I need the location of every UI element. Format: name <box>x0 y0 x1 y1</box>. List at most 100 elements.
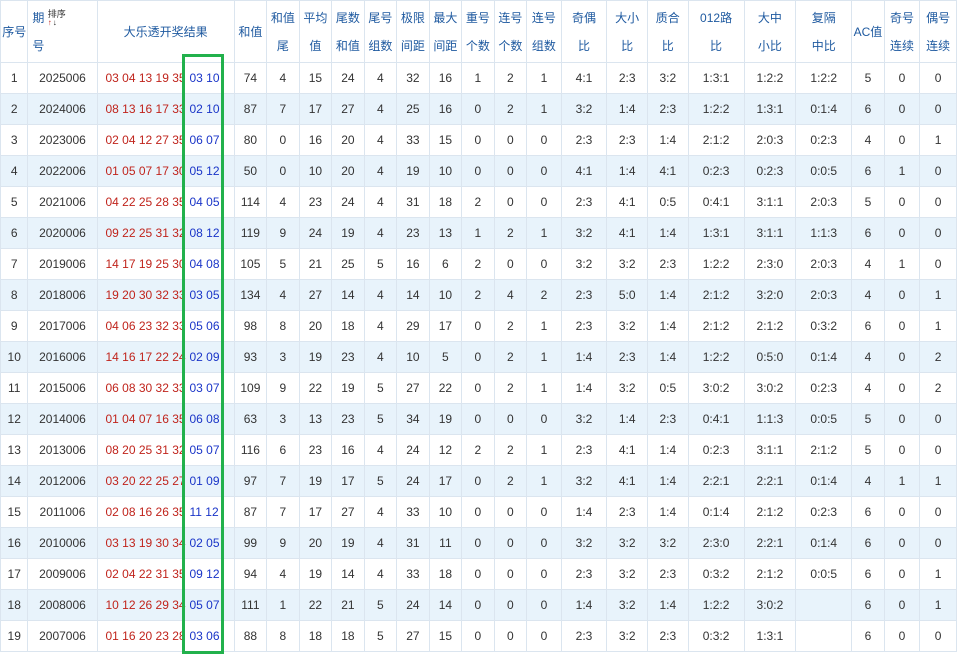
cell-stat-4: 5 <box>363 403 398 435</box>
header-col-6: 最大 间距 <box>428 0 463 63</box>
cell-stat-6: 15 <box>428 620 463 652</box>
cell-stat-0: 105 <box>233 248 268 280</box>
blue-balls: 03 10 <box>189 71 220 85</box>
cell-stat-13: 0:4:1 <box>687 186 745 218</box>
cell-stat-2: 18 <box>298 620 333 652</box>
cell-draw-result: 02 04 22 31 35 09 12 <box>96 558 235 590</box>
red-balls: 03 13 19 30 34 <box>105 536 186 550</box>
cell-stat-9: 0 <box>526 558 562 590</box>
cell-stat-17: 0 <box>883 217 921 249</box>
cell-stat-17: 0 <box>883 372 921 404</box>
cell-stat-17: 0 <box>883 527 921 559</box>
cell-stat-18: 0 <box>919 434 957 466</box>
cell-stat-5: 24 <box>396 589 430 621</box>
cell-stat-15: 0:1:4 <box>795 465 853 497</box>
red-balls: 01 05 07 17 30 <box>105 164 186 178</box>
cell-stat-16: 5 <box>851 434 885 466</box>
cell-stat-13: 0:2:3 <box>687 155 745 187</box>
cell-draw-result: 19 20 30 32 33 03 05 <box>96 279 235 311</box>
cell-stat-18: 0 <box>919 155 957 187</box>
header-col-8: 连号 个数 <box>493 0 528 63</box>
cell-stat-4: 4 <box>363 527 398 559</box>
cell-stat-7: 0 <box>461 155 495 187</box>
cell-stat-0: 97 <box>233 465 268 497</box>
cell-stat-15: 0:1:4 <box>795 93 853 125</box>
table-row: 12 2014006 01 04 07 16 35 06 08 63 3 13 23 5 34 19… <box>0 403 957 435</box>
cell-stat-9: 0 <box>526 186 562 218</box>
cell-period: 2019006 <box>27 248 98 280</box>
cell-draw-result: 01 05 07 17 30 05 12 <box>96 155 235 187</box>
cell-stat-11: 4:1 <box>606 217 648 249</box>
cell-seq: 18 <box>0 589 29 621</box>
cell-stat-17: 0 <box>883 310 921 342</box>
cell-stat-9: 0 <box>526 527 562 559</box>
cell-stat-9: 1 <box>526 217 562 249</box>
cell-seq: 4 <box>0 155 29 187</box>
cell-draw-result: 03 20 22 25 27 01 09 <box>96 465 235 497</box>
sort-button[interactable]: 排序 ↑↓ <box>48 9 66 27</box>
cell-stat-17: 0 <box>883 496 921 528</box>
blue-balls: 05 07 <box>189 443 220 457</box>
cell-stat-5: 31 <box>396 186 430 218</box>
cell-stat-5: 31 <box>396 527 430 559</box>
cell-stat-14: 2:3:0 <box>743 248 797 280</box>
cell-period: 2022006 <box>27 155 98 187</box>
cell-period: 2023006 <box>27 124 98 156</box>
lottery-stats-table: 序号 期 号 排序 ↑↓ 大乐透开奖结果 和值 和值尾平均值尾数 和值 尾号 组数 极限间… <box>0 0 957 652</box>
cell-stat-15: 2:0:3 <box>795 279 853 311</box>
cell-seq: 17 <box>0 558 29 590</box>
cell-stat-8: 0 <box>493 620 528 652</box>
cell-stat-1: 3 <box>266 403 300 435</box>
cell-stat-6: 10 <box>428 279 463 311</box>
cell-stat-3: 17 <box>331 465 365 497</box>
cell-stat-14: 2:1:2 <box>743 496 797 528</box>
cell-stat-13: 1:3:1 <box>687 217 745 249</box>
cell-stat-18: 2 <box>919 372 957 404</box>
header-period[interactable]: 期 号 排序 ↑↓ <box>27 0 98 63</box>
cell-stat-1: 5 <box>266 248 300 280</box>
cell-stat-13: 2:1:2 <box>687 279 745 311</box>
cell-stat-11: 2:3 <box>606 496 648 528</box>
table-row: 13 2013006 08 20 25 31 32 05 07 116 6 23 16 4 24 1… <box>0 434 957 466</box>
table-row: 19 2007006 01 16 20 23 28 03 06 88 8 18 18 5 27 15… <box>0 620 957 652</box>
cell-stat-6: 12 <box>428 434 463 466</box>
cell-stat-15: 1:1:3 <box>795 217 853 249</box>
cell-stat-14: 1:2:2 <box>743 62 797 94</box>
cell-stat-9: 0 <box>526 620 562 652</box>
red-balls: 04 06 23 32 33 <box>105 319 186 333</box>
red-balls: 03 20 22 25 27 <box>105 474 186 488</box>
cell-stat-2: 10 <box>298 155 333 187</box>
cell-stat-9: 1 <box>526 341 562 373</box>
red-balls: 19 20 30 32 33 <box>105 288 186 302</box>
header-col-18: 偶号 连续 <box>919 0 957 63</box>
header-col-16: AC值 <box>851 0 885 63</box>
cell-stat-17: 0 <box>883 62 921 94</box>
cell-seq: 7 <box>0 248 29 280</box>
cell-draw-result: 03 13 19 30 34 02 05 <box>96 527 235 559</box>
cell-stat-8: 2 <box>493 372 528 404</box>
cell-stat-11: 3:2 <box>606 248 648 280</box>
cell-stat-3: 14 <box>331 279 365 311</box>
cell-stat-14: 3:2:0 <box>743 279 797 311</box>
cell-stat-4: 4 <box>363 310 398 342</box>
cell-stat-1: 0 <box>266 155 300 187</box>
cell-stat-16: 4 <box>851 372 885 404</box>
red-balls: 06 08 30 32 33 <box>105 381 186 395</box>
cell-stat-0: 63 <box>233 403 268 435</box>
blue-balls: 06 08 <box>189 412 220 426</box>
cell-period: 2007006 <box>27 620 98 652</box>
cell-stat-10: 2:3 <box>560 620 608 652</box>
cell-stat-11: 1:4 <box>606 155 648 187</box>
cell-stat-13: 1:2:2 <box>687 341 745 373</box>
cell-stat-16: 4 <box>851 248 885 280</box>
blue-balls: 08 12 <box>189 226 220 240</box>
cell-stat-12: 1:4 <box>647 124 689 156</box>
cell-stat-17: 0 <box>883 620 921 652</box>
cell-stat-5: 16 <box>396 248 430 280</box>
cell-stat-4: 4 <box>363 217 398 249</box>
cell-stat-8: 0 <box>493 496 528 528</box>
blue-balls: 09 12 <box>189 567 220 581</box>
cell-stat-10: 1:4 <box>560 589 608 621</box>
table-row: 6 2020006 09 22 25 31 32 08 12 119 9 24 19 4 23 13… <box>0 217 957 249</box>
cell-stat-4: 4 <box>363 62 398 94</box>
